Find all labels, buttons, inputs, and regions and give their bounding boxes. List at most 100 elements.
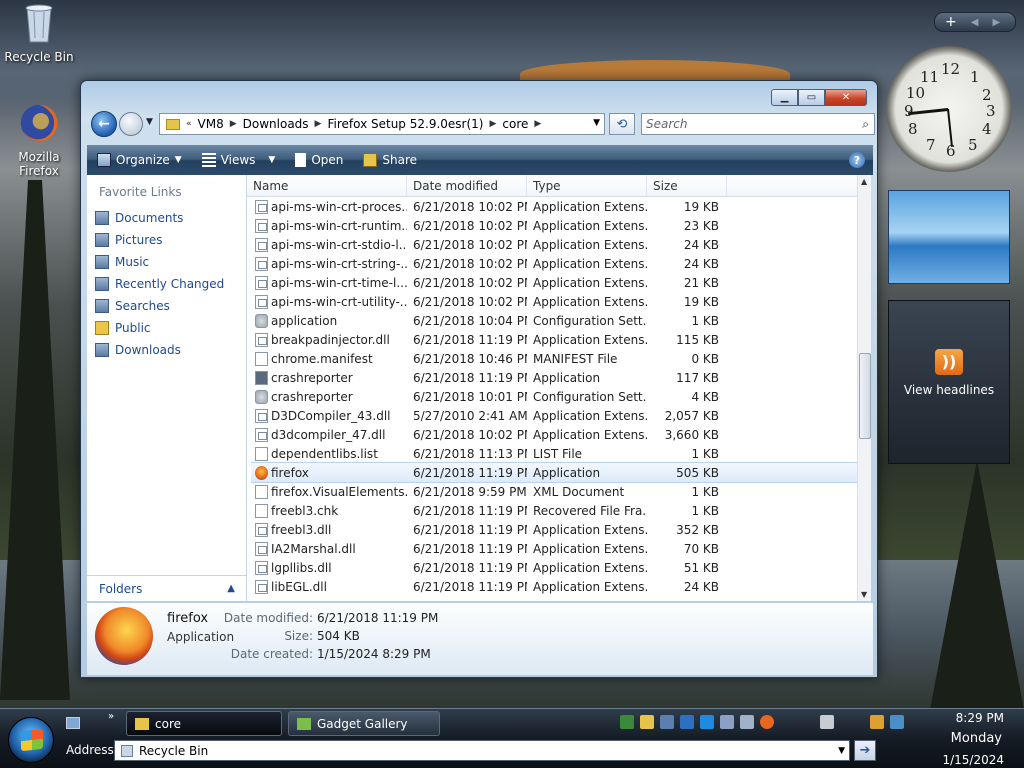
tray-shield-icon[interactable] — [870, 715, 884, 729]
column-header-date[interactable]: Date modified — [407, 175, 527, 197]
clock-time[interactable]: 8:29 PM — [956, 711, 1004, 725]
maximize-button[interactable]: ▭ — [798, 89, 825, 106]
views-button[interactable]: Views ▼ — [192, 153, 286, 167]
minimize-button[interactable]: ▁ — [771, 89, 798, 106]
scroll-up-icon[interactable]: ▲ — [861, 177, 867, 186]
open-button[interactable]: Open — [285, 153, 353, 167]
nav-link-recently-changed[interactable]: Recently Changed — [87, 273, 246, 295]
file-row[interactable]: api-ms-win-crt-time-l... 6/21/2018 10:02 … — [251, 273, 857, 292]
next-icon[interactable]: ▶ — [992, 17, 1000, 28]
file-size: 24 KB — [683, 237, 719, 252]
tray-pen-icon[interactable] — [820, 715, 834, 729]
tray-folder-icon[interactable] — [640, 715, 654, 729]
tray-ie-icon[interactable] — [700, 715, 714, 729]
tray-icon[interactable] — [620, 715, 634, 729]
tray-computer-icon[interactable] — [680, 715, 694, 729]
add-gadget-icon[interactable]: + — [945, 14, 957, 30]
close-button[interactable]: ✕ — [825, 89, 867, 106]
search-icon[interactable]: ⌕ — [862, 117, 869, 132]
explorer-window[interactable]: ▁ ▭ ✕ ← ▼ « VM8 ▶ Downloads ▶ Firefox Se… — [80, 80, 878, 678]
tray-network-status-icon[interactable] — [890, 715, 904, 729]
organize-button[interactable]: Organize ▼ — [87, 153, 192, 167]
tray-firefox-icon[interactable] — [760, 715, 774, 729]
file-row[interactable]: freebl3.chk 6/21/2018 11:19 PM Recovered F… — [251, 501, 857, 520]
window-controls: ▁ ▭ ✕ — [771, 89, 867, 106]
chevron-right-icon[interactable]: ▶ — [489, 119, 496, 129]
start-button[interactable] — [8, 717, 54, 763]
column-header-type[interactable]: Type — [527, 175, 647, 197]
help-icon[interactable]: ? — [849, 152, 865, 168]
clock-gadget[interactable]: 12 1 2 3 4 5 6 7 8 9 10 11 — [886, 46, 1012, 172]
quick-launch-overflow-icon[interactable]: » — [108, 711, 114, 722]
dll-file-icon — [255, 427, 268, 442]
file-row[interactable]: dependentlibs.list 6/21/2018 11:13 PM LIST… — [251, 444, 857, 463]
file-row[interactable]: api-ms-win-crt-utility-... 6/21/2018 10:0… — [251, 292, 857, 311]
file-row[interactable]: api-ms-win-crt-proces... 6/21/2018 10:02 … — [251, 197, 857, 216]
clock-hour-hand — [908, 108, 949, 116]
file-name: firefox.VisualElements... — [271, 484, 407, 499]
breadcrumb-item[interactable]: core — [496, 117, 534, 131]
breadcrumb-item[interactable]: Firefox Setup 52.9.0esr(1) — [321, 117, 489, 131]
chevron-right-icon[interactable]: ▶ — [230, 119, 237, 129]
file-name: chrome.manifest — [271, 351, 373, 366]
folders-toggle[interactable]: Folders ▲ — [87, 575, 247, 601]
nav-link-music[interactable]: Music — [87, 251, 246, 273]
show-desktop-icon[interactable] — [66, 717, 80, 729]
tray-document-icon[interactable] — [720, 715, 734, 729]
chevron-right-icon[interactable]: ▶ — [534, 119, 541, 129]
column-header-name[interactable]: Name — [247, 175, 407, 197]
file-row[interactable]: d3dcompiler_47.dll 6/21/2018 10:02 PM Appl… — [251, 425, 857, 444]
file-date: 6/21/2018 10:02 PM — [413, 427, 527, 442]
chevron-right-icon[interactable]: ▶ — [315, 119, 322, 129]
forward-button[interactable] — [119, 112, 143, 136]
file-row[interactable]: chrome.manifest 6/21/2018 10:46 PM MANIFES… — [251, 349, 857, 368]
taskbar-button-core[interactable]: core — [126, 711, 282, 736]
address-dropdown-icon[interactable]: ▼ — [593, 118, 600, 128]
desktop-icon-recycle-bin[interactable]: Recycle Bin — [3, 2, 75, 64]
tray-recycle-icon[interactable] — [740, 715, 754, 729]
recent-pages-dropdown[interactable]: ▼ — [146, 117, 153, 127]
notification-tray — [620, 715, 904, 729]
slideshow-gadget[interactable] — [888, 190, 1010, 284]
file-row[interactable]: freebl3.dll 6/21/2018 11:19 PM Application… — [251, 520, 857, 539]
clock-day[interactable]: Monday — [951, 731, 1002, 746]
feed-headlines-gadget[interactable]: )) View headlines — [888, 300, 1010, 464]
nav-link-public[interactable]: Public — [87, 317, 246, 339]
file-row[interactable]: api-ms-win-crt-string-... 6/21/2018 10:02… — [251, 254, 857, 273]
file-row[interactable]: crashreporter 6/21/2018 11:19 PM Applicati… — [251, 368, 857, 387]
nav-link-pictures[interactable]: Pictures — [87, 229, 246, 251]
chevron-down-icon[interactable]: ▼ — [838, 746, 845, 756]
file-row[interactable]: breakpadinjector.dll 6/21/2018 11:19 PM Ap… — [251, 330, 857, 349]
scroll-down-icon[interactable]: ▼ — [861, 590, 867, 599]
file-row[interactable]: crashreporter 6/21/2018 10:01 PM Configura… — [251, 387, 857, 406]
nav-link-downloads[interactable]: Downloads — [87, 339, 246, 361]
scrollbar-thumb[interactable] — [859, 353, 871, 439]
address-go-button[interactable]: ➔ — [854, 740, 876, 761]
back-button[interactable]: ← — [91, 111, 117, 137]
file-row[interactable]: IA2Marshal.dll 6/21/2018 11:19 PM Applicat… — [251, 539, 857, 558]
search-input[interactable]: Search ⌕ — [641, 113, 875, 135]
file-row[interactable]: api-ms-win-crt-runtim... 6/21/2018 10:02 … — [251, 216, 857, 235]
file-row[interactable]: firefox.VisualElements... 6/21/2018 9:59 … — [251, 482, 857, 501]
nav-link-searches[interactable]: Searches — [87, 295, 246, 317]
column-header-size[interactable]: Size — [647, 175, 727, 197]
file-row[interactable]: libEGL.dll 6/21/2018 11:19 PM Application … — [251, 577, 857, 596]
breadcrumb-item[interactable]: Downloads — [237, 117, 315, 131]
refresh-button[interactable]: ⟲ — [609, 113, 635, 135]
vertical-scrollbar[interactable]: ▲ ▼ — [857, 175, 871, 601]
file-row[interactable]: firefox 6/21/2018 11:19 PM Application 505 … — [251, 462, 857, 483]
tray-network-icon[interactable] — [660, 715, 674, 729]
address-bar[interactable]: « VM8 ▶ Downloads ▶ Firefox Setup 52.9.0… — [159, 113, 605, 135]
breadcrumb-item[interactable]: VM8 — [192, 117, 230, 131]
file-row[interactable]: D3DCompiler_43.dll 5/27/2010 2:41 AM Appli… — [251, 406, 857, 425]
taskbar-address-input[interactable]: Recycle Bin ▼ — [114, 740, 850, 761]
nav-link-documents[interactable]: Documents — [87, 207, 246, 229]
file-row[interactable]: api-ms-win-crt-stdio-l... 6/21/2018 10:02… — [251, 235, 857, 254]
file-row[interactable]: lgpllibs.dll 6/21/2018 11:19 PM Applicatio… — [251, 558, 857, 577]
desktop-icon-firefox[interactable]: Mozilla Firefox — [3, 102, 75, 178]
clock-date[interactable]: 1/15/2024 — [942, 753, 1004, 767]
file-row[interactable]: application 6/21/2018 10:04 PM Configurati… — [251, 311, 857, 330]
share-button[interactable]: Share — [353, 153, 427, 167]
taskbar-button-gadget-gallery[interactable]: Gadget Gallery — [288, 711, 440, 736]
previous-icon[interactable]: ◀ — [971, 17, 979, 28]
